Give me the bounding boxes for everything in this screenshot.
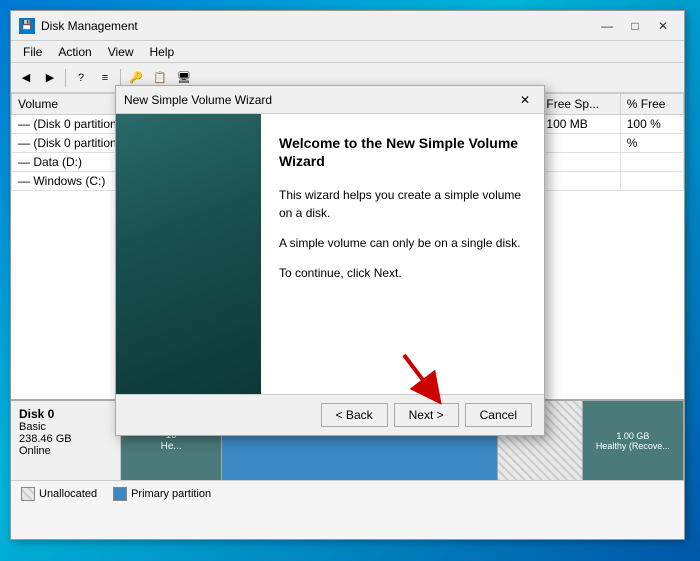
wizard-para-2: A simple volume can only be on a single … [279, 234, 526, 252]
legend: Unallocated Primary partition [11, 481, 684, 507]
disk-status: Online [19, 445, 51, 457]
window-title: Disk Management [41, 19, 594, 33]
toolbar-help-button[interactable]: ? [70, 67, 92, 89]
legend-unallocated: Unallocated [21, 487, 97, 501]
cancel-button[interactable]: Cancel [465, 403, 532, 427]
maximize-button[interactable]: □ [622, 15, 648, 37]
toolbar-separator-1 [65, 69, 66, 87]
cell-pct [620, 153, 683, 172]
legend-primary: Primary partition [113, 487, 211, 501]
menu-file[interactable]: File [15, 43, 50, 61]
wizard-body: Welcome to the New Simple Volume Wizard … [116, 114, 544, 394]
wizard-heading: Welcome to the New Simple Volume Wizard [279, 134, 526, 170]
app-icon: 💾 [19, 18, 35, 34]
menu-action[interactable]: Action [50, 43, 99, 61]
disk-partition-3[interactable]: 1.00 GBHealthy (Recove... [583, 401, 684, 480]
toolbar-separator-2 [120, 69, 121, 87]
col-pctfree[interactable]: % Free [620, 94, 683, 115]
wizard-dialog: New Simple Volume Wizard ✕ Welcome to th… [115, 85, 545, 436]
wizard-title-bar: New Simple Volume Wizard ✕ [116, 86, 544, 114]
cell-freesp [540, 153, 620, 172]
legend-box-unallocated [21, 487, 35, 501]
wizard-close-button[interactable]: ✕ [514, 90, 536, 110]
wizard-sidebar [116, 114, 261, 394]
cell-pct: 100 % [620, 115, 683, 134]
menu-view[interactable]: View [100, 43, 142, 61]
next-button[interactable]: Next > [394, 403, 459, 427]
partition-label-3: 1.00 GBHealthy (Recove... [596, 431, 670, 451]
disk-size: 238.46 GB [19, 433, 72, 445]
cell-freesp [540, 172, 620, 191]
window-controls: — □ ✕ [594, 15, 676, 37]
wizard-para-3: To continue, click Next. [279, 264, 526, 282]
legend-label-unallocated: Unallocated [39, 488, 97, 500]
disk-label: Disk 0 Basic 238.46 GB Online [11, 401, 121, 480]
title-bar: 💾 Disk Management — □ ✕ [11, 11, 684, 41]
col-freesp[interactable]: Free Sp... [540, 94, 620, 115]
cell-pct: % [620, 134, 683, 153]
wizard-para-1: This wizard helps you create a simple vo… [279, 186, 526, 222]
close-button[interactable]: ✕ [650, 15, 676, 37]
cell-freesp: 100 MB [540, 115, 620, 134]
back-button[interactable]: < Back [321, 403, 388, 427]
wizard-title-text: New Simple Volume Wizard [124, 93, 514, 107]
menu-help[interactable]: Help [142, 43, 183, 61]
cell-freesp [540, 134, 620, 153]
disk-name: Disk 0 [19, 407, 112, 421]
wizard-footer: < Back Next > Cancel [116, 394, 544, 435]
disk-type: Basic [19, 421, 46, 433]
legend-label-primary: Primary partition [131, 488, 211, 500]
menu-bar: File Action View Help [11, 41, 684, 63]
back-button[interactable]: ◀ [15, 67, 37, 89]
legend-box-primary [113, 487, 127, 501]
cell-pct [620, 172, 683, 191]
red-arrow-icon [394, 350, 454, 405]
minimize-button[interactable]: — [594, 15, 620, 37]
forward-button[interactable]: ▶ [39, 67, 61, 89]
toolbar-btn-2[interactable]: ≡ [94, 67, 116, 89]
